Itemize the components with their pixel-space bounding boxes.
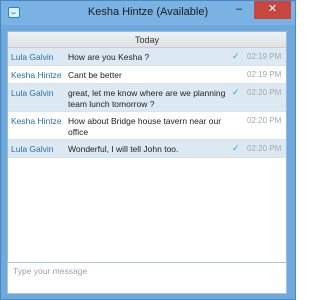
close-button[interactable]: ✕ xyxy=(254,1,291,19)
message-sender[interactable]: Kesha Hintze xyxy=(11,70,62,80)
delivered-check-icon: ✓ xyxy=(232,143,240,153)
message-sender[interactable]: Lula Galvin xyxy=(11,52,54,62)
message-input-box xyxy=(7,262,287,294)
message-text: Wonderful, I will tell John too. xyxy=(68,144,179,154)
day-header: Today xyxy=(8,32,286,48)
message-row: Kesha Hintze Cant be better 02:19 PM xyxy=(8,66,286,84)
message-text: Cant be better xyxy=(68,70,122,80)
delivered-check-icon: ✓ xyxy=(232,87,240,97)
message-row: Kesha Hintze How about Bridge house tave… xyxy=(8,112,286,140)
message-list[interactable]: Lula Galvin How are you Kesha ? ✓ 02:19 … xyxy=(8,48,286,264)
chat-panel: Today Lula Galvin How are you Kesha ? ✓ … xyxy=(7,31,287,293)
message-time: 02:19 PM xyxy=(247,70,282,79)
message-time: 02:20 PM xyxy=(247,116,282,125)
message-row: Lula Galvin How are you Kesha ? ✓ 02:19 … xyxy=(8,48,286,66)
title-bar[interactable]: Kesha Hintze (Available) – ✕ xyxy=(1,1,295,25)
message-input[interactable] xyxy=(8,263,286,293)
message-sender[interactable]: Lula Galvin xyxy=(11,144,54,154)
message-sender[interactable]: Lula Galvin xyxy=(11,88,54,98)
message-text: How about Bridge house tavern near our o… xyxy=(68,116,222,137)
minimize-button[interactable]: – xyxy=(227,3,251,17)
message-time: 02:19 PM xyxy=(247,52,282,61)
message-row: Lula Galvin great, let me know where are… xyxy=(8,84,286,112)
message-sender[interactable]: Kesha Hintze xyxy=(11,116,62,126)
message-time: 02:20 PM xyxy=(247,144,282,153)
message-text: great, let me know where are we planning… xyxy=(68,88,226,109)
delivered-check-icon: ✓ xyxy=(232,51,240,61)
message-row: Lula Galvin Wonderful, I will tell John … xyxy=(8,140,286,158)
message-time: 02:20 PM xyxy=(247,88,282,97)
message-text: How are you Kesha ? xyxy=(68,52,150,62)
